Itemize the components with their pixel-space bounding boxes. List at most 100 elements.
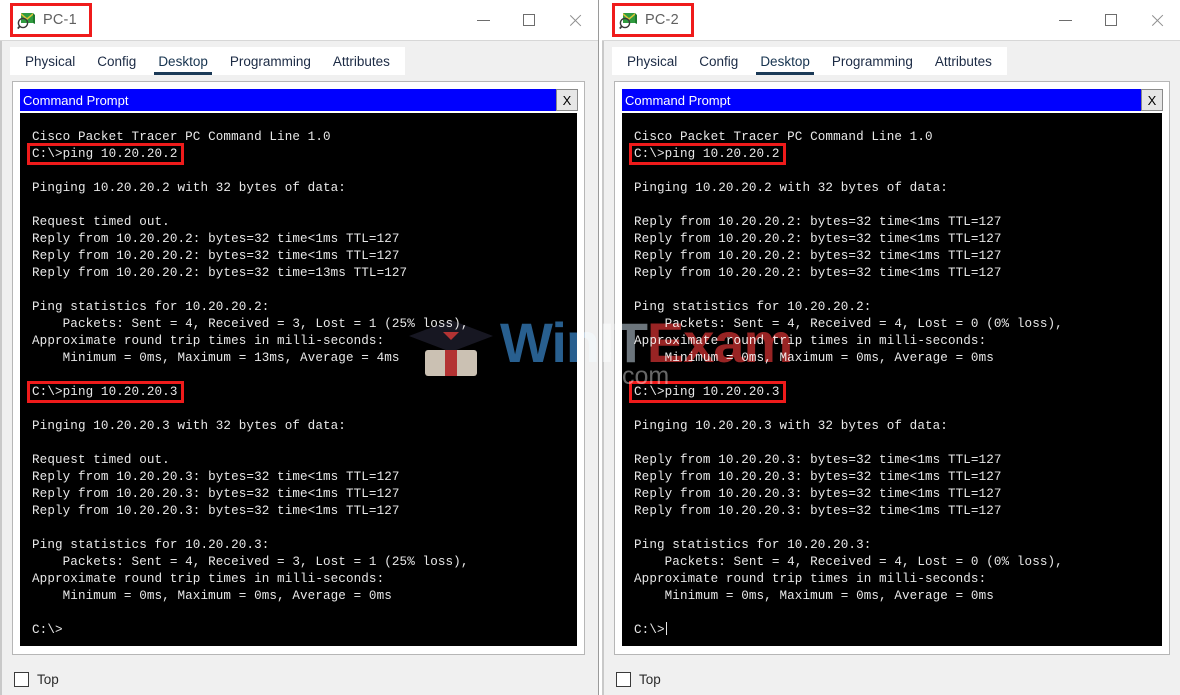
terminal-line: Minimum = 0ms, Maximum = 13ms, Average =… bbox=[32, 351, 400, 365]
top-checkbox-pc1[interactable] bbox=[14, 672, 29, 687]
window-title-pc1: PC-1 bbox=[43, 12, 77, 28]
terminal-pc2[interactable]: Cisco Packet Tracer PC Command Line 1.0 C… bbox=[622, 113, 1162, 646]
tabstrip-pc1: Physical Config Desktop Programming Attr… bbox=[10, 47, 405, 75]
terminal-line: Cisco Packet Tracer PC Command Line 1.0 bbox=[32, 130, 331, 144]
tab-physical-pc2[interactable]: Physical bbox=[616, 51, 688, 75]
terminal-line: Packets: Sent = 4, Received = 4, Lost = … bbox=[634, 555, 1063, 569]
window-body-pc2: Physical Config Desktop Programming Attr… bbox=[602, 41, 1180, 695]
packet-tracer-device-icon bbox=[619, 11, 638, 30]
top-checkbox-pc2[interactable] bbox=[616, 672, 631, 687]
terminal-pc1[interactable]: Cisco Packet Tracer PC Command Line 1.0 C… bbox=[20, 113, 577, 646]
terminal-line: Reply from 10.20.20.3: bytes=32 time<1ms… bbox=[634, 453, 1002, 467]
terminal-line: Cisco Packet Tracer PC Command Line 1.0 bbox=[634, 130, 933, 144]
terminal-line: Packets: Sent = 4, Received = 4, Lost = … bbox=[634, 317, 1063, 331]
terminal-line: C:\>ping 10.20.20.3 bbox=[32, 385, 178, 399]
tabstrip-pc2: Physical Config Desktop Programming Attr… bbox=[612, 47, 1007, 75]
desktop-panel-pc1: Command Prompt X Cisco Packet Tracer PC … bbox=[12, 81, 585, 655]
tab-physical-pc1[interactable]: Physical bbox=[14, 51, 86, 75]
window-body-pc1: Physical Config Desktop Programming Attr… bbox=[0, 41, 598, 695]
terminal-line: Packets: Sent = 4, Received = 3, Lost = … bbox=[32, 555, 469, 569]
terminal-line: C:\> bbox=[32, 623, 63, 637]
terminal-line: C:\>ping 10.20.20.2 bbox=[634, 147, 780, 161]
window-pc2: PC-2 Physical Config Desktop Programming… bbox=[602, 0, 1180, 695]
close-button-pc2[interactable] bbox=[1134, 0, 1180, 40]
maximize-icon bbox=[523, 14, 535, 26]
terminal-cursor bbox=[665, 622, 667, 635]
command-prompt-titlebar-pc2: Command Prompt X bbox=[622, 89, 1163, 111]
terminal-line: Reply from 10.20.20.3: bytes=32 time<1ms… bbox=[32, 487, 400, 501]
close-button-pc1[interactable] bbox=[552, 0, 598, 40]
terminal-line: Approximate round trip times in milli-se… bbox=[32, 334, 385, 348]
title-group-pc1: PC-1 bbox=[10, 3, 92, 37]
command-prompt-close-button-pc2[interactable]: X bbox=[1141, 89, 1163, 111]
minimize-button-pc1[interactable] bbox=[460, 0, 506, 40]
maximize-button-pc2[interactable] bbox=[1088, 0, 1134, 40]
terminal-line: Approximate round trip times in milli-se… bbox=[32, 572, 385, 586]
terminal-line: Ping statistics for 10.20.20.2: bbox=[32, 300, 270, 314]
terminal-line: Reply from 10.20.20.2: bytes=32 time<1ms… bbox=[32, 232, 400, 246]
tab-attributes-pc1[interactable]: Attributes bbox=[322, 51, 401, 75]
title-group-pc2: PC-2 bbox=[612, 3, 694, 37]
maximize-button-pc1[interactable] bbox=[506, 0, 552, 40]
terminal-line: C:\>ping 10.20.20.3 bbox=[634, 385, 780, 399]
tab-config-pc1[interactable]: Config bbox=[86, 51, 147, 75]
desktop-panel-pc2: Command Prompt X Cisco Packet Tracer PC … bbox=[614, 81, 1170, 655]
tab-programming-pc2[interactable]: Programming bbox=[821, 51, 924, 75]
tab-desktop-pc1[interactable]: Desktop bbox=[147, 51, 219, 75]
close-icon bbox=[568, 13, 583, 28]
window-title-pc2: PC-2 bbox=[645, 12, 679, 28]
terminal-line: Reply from 10.20.20.2: bytes=32 time<1ms… bbox=[32, 249, 400, 263]
minimize-button-pc2[interactable] bbox=[1042, 0, 1088, 40]
command-prompt-title-pc1: Command Prompt bbox=[23, 92, 129, 108]
packet-tracer-device-icon bbox=[17, 11, 36, 30]
terminal-line: Pinging 10.20.20.2 with 32 bytes of data… bbox=[634, 181, 948, 195]
titlebar-pc2: PC-2 bbox=[602, 0, 1180, 41]
terminal-line: Reply from 10.20.20.2: bytes=32 time<1ms… bbox=[634, 215, 1002, 229]
terminal-line: Reply from 10.20.20.3: bytes=32 time<1ms… bbox=[32, 470, 400, 484]
terminal-output-pc1: Cisco Packet Tracer PC Command Line 1.0 C… bbox=[20, 113, 577, 639]
window-controls-pc2 bbox=[1042, 0, 1180, 40]
minimize-icon bbox=[1058, 19, 1072, 21]
terminal-output-pc2: Cisco Packet Tracer PC Command Line 1.0 C… bbox=[622, 113, 1162, 639]
terminal-line: Reply from 10.20.20.3: bytes=32 time<1ms… bbox=[634, 470, 1002, 484]
terminal-line: Reply from 10.20.20.2: bytes=32 time<1ms… bbox=[634, 266, 1002, 280]
maximize-icon bbox=[1105, 14, 1117, 26]
close-icon bbox=[1150, 13, 1165, 28]
tab-desktop-pc2[interactable]: Desktop bbox=[749, 51, 821, 75]
terminal-line: Pinging 10.20.20.3 with 32 bytes of data… bbox=[634, 419, 948, 433]
tab-config-pc2[interactable]: Config bbox=[688, 51, 749, 75]
tab-attributes-pc2[interactable]: Attributes bbox=[924, 51, 1003, 75]
bottom-row-pc1: Top bbox=[14, 672, 59, 687]
tab-programming-pc1[interactable]: Programming bbox=[219, 51, 322, 75]
bottom-row-pc2: Top bbox=[616, 672, 661, 687]
window-controls-pc1 bbox=[460, 0, 598, 40]
terminal-line: Pinging 10.20.20.2 with 32 bytes of data… bbox=[32, 181, 346, 195]
terminal-line: Reply from 10.20.20.3: bytes=32 time<1ms… bbox=[634, 504, 1002, 518]
top-checkbox-label-pc1: Top bbox=[37, 672, 59, 687]
terminal-line: Ping statistics for 10.20.20.2: bbox=[634, 300, 872, 314]
terminal-line: Packets: Sent = 4, Received = 3, Lost = … bbox=[32, 317, 469, 331]
command-prompt-title-pc2: Command Prompt bbox=[625, 92, 731, 108]
titlebar-pc1: PC-1 bbox=[0, 0, 598, 41]
terminal-line: C:\>ping 10.20.20.2 bbox=[32, 147, 178, 161]
terminal-line: Reply from 10.20.20.2: bytes=32 time=13m… bbox=[32, 266, 408, 280]
command-prompt-close-button-pc1[interactable]: X bbox=[556, 89, 578, 111]
terminal-line: Approximate round trip times in milli-se… bbox=[634, 572, 987, 586]
minimize-icon bbox=[476, 19, 490, 21]
command-prompt-titlebar-pc1: Command Prompt X bbox=[20, 89, 578, 111]
terminal-line: Reply from 10.20.20.2: bytes=32 time<1ms… bbox=[634, 232, 1002, 246]
terminal-line: Request timed out. bbox=[32, 453, 170, 467]
